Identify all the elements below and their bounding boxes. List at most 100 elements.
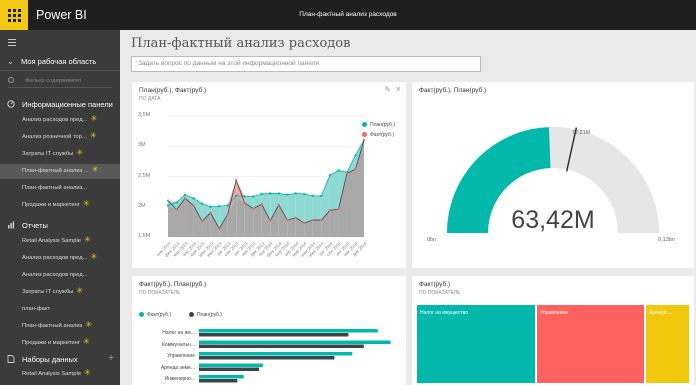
data-point[interactable] — [260, 192, 263, 196]
data-point[interactable] — [260, 203, 263, 206]
add-dataset-icon[interactable]: + — [108, 353, 114, 364]
data-point[interactable] — [303, 221, 306, 225]
tile-bar-by-indicator[interactable]: Факт(руб.), План(руб.) ПО ПОКАЗАТЕЛЬ Нал… — [132, 276, 406, 385]
data-point[interactable] — [200, 202, 204, 205]
treemap-cell[interactable]: Аренда ... — [646, 305, 689, 383]
data-point[interactable] — [320, 218, 323, 222]
section-dashboards[interactable]: Информационные панели — [0, 97, 120, 111]
data-point[interactable] — [166, 199, 170, 202]
data-point[interactable] — [294, 192, 298, 195]
sidebar-item[interactable]: План-фактный анализ ... ✳ — [0, 164, 120, 179]
sidebar-item[interactable]: Продажи и маркетинг ✳ — [0, 336, 120, 351]
data-point[interactable] — [166, 204, 170, 207]
sidebar-item[interactable]: Анализ розничной тор... ✳ — [0, 130, 120, 145]
data-point[interactable] — [243, 195, 246, 198]
tile-plan-fact-by-date[interactable]: План(руб.), Факт(руб.) ПО ДАТА ✎ × 1,5M 2… — [132, 82, 406, 268]
data-point[interactable] — [311, 218, 315, 222]
star-icon[interactable]: ✳ — [90, 252, 97, 261]
data-point[interactable] — [328, 174, 332, 177]
treemap-cell[interactable]: Управление — [537, 305, 644, 383]
bar[interactable] — [199, 379, 238, 383]
bar[interactable] — [199, 340, 391, 345]
data-point[interactable] — [320, 194, 323, 198]
data-point[interactable] — [277, 203, 280, 207]
star-icon[interactable]: ✳ — [85, 320, 92, 329]
data-point[interactable] — [286, 193, 289, 196]
data-point[interactable] — [226, 213, 229, 216]
data-point[interactable] — [354, 154, 357, 157]
bar[interactable] — [199, 333, 349, 337]
bar[interactable] — [199, 356, 335, 360]
data-point[interactable] — [252, 207, 255, 210]
hamburger-icon[interactable] — [8, 39, 16, 48]
data-point[interactable] — [175, 208, 178, 211]
data-point[interactable] — [217, 204, 221, 208]
legend-item[interactable]: План(руб.) — [189, 312, 222, 318]
legend-item[interactable]: Факт(руб.) — [139, 312, 171, 318]
data-point[interactable] — [226, 204, 229, 207]
sidebar-item[interactable]: Анализ расходов пред... ✳ — [0, 251, 120, 266]
workspace-header[interactable]: ⌄ Моя рабочая область — [0, 54, 120, 71]
sidebar-item[interactable]: Затраты IT службы ✳ — [0, 285, 120, 300]
bar[interactable] — [199, 363, 263, 368]
data-point[interactable] — [337, 169, 340, 172]
sidebar-item[interactable]: Retail Analysis Sample ✳ — [0, 234, 120, 249]
data-point[interactable] — [200, 220, 204, 223]
data-point[interactable] — [183, 193, 187, 196]
bar[interactable] — [199, 329, 378, 333]
star-icon[interactable]: ✳ — [76, 148, 83, 157]
sidebar-item[interactable]: Retail Analysis Sample ✳ — [0, 367, 120, 382]
treemap-cell[interactable]: Налог на имущество — [417, 305, 535, 383]
section-datasets[interactable]: Наборы данных + — [0, 352, 120, 366]
bar[interactable] — [199, 375, 244, 379]
legend-item[interactable]: Факт(руб.) — [362, 132, 394, 138]
tile-gauge[interactable]: Факт(руб.), План(руб.) 63,42M 0bn 0,13bn… — [412, 82, 694, 268]
data-point[interactable] — [192, 204, 195, 207]
data-point[interactable] — [328, 209, 332, 212]
data-point[interactable] — [183, 197, 187, 200]
sidebar-item[interactable]: План-фактный анализ... — [0, 181, 120, 196]
data-point[interactable] — [354, 168, 357, 171]
data-point[interactable] — [175, 201, 178, 204]
star-icon[interactable]: ✳ — [90, 131, 97, 140]
sidebar-item[interactable]: Продажи и маркетинг ✳ — [0, 198, 120, 213]
data-point[interactable] — [362, 139, 366, 142]
bar[interactable] — [199, 352, 353, 356]
data-point[interactable] — [209, 205, 212, 208]
data-point[interactable] — [286, 218, 289, 222]
data-point[interactable] — [192, 197, 195, 200]
data-point[interactable] — [311, 194, 315, 198]
legend-item[interactable]: План(руб.) — [362, 122, 395, 128]
data-point[interactable] — [294, 216, 298, 219]
star-icon[interactable]: ✳ — [90, 114, 97, 123]
data-point[interactable] — [337, 207, 340, 211]
tile-treemap[interactable]: Факт(руб.) ПО ПОКАЗАТЕЛЬ Налог на имущес… — [412, 276, 694, 385]
qa-input[interactable]: Задать вопрос по данным на этой информац… — [131, 56, 481, 72]
star-icon[interactable]: ✳ — [83, 337, 90, 346]
bar[interactable] — [199, 367, 260, 372]
sidebar-item[interactable]: План-фактный анализ ✳ — [0, 319, 120, 334]
data-point[interactable] — [217, 227, 221, 230]
bar[interactable] — [199, 344, 364, 349]
data-point[interactable] — [252, 195, 255, 198]
data-point[interactable] — [269, 192, 272, 195]
filter-input[interactable]: Фильтр содержимого — [8, 76, 112, 88]
data-point[interactable] — [303, 192, 306, 196]
star-icon[interactable]: ✳ — [76, 286, 83, 295]
data-point[interactable] — [269, 219, 272, 222]
sidebar-item[interactable]: Анализ расходов пред... ✳ — [0, 113, 120, 128]
data-point[interactable] — [243, 201, 246, 205]
data-point[interactable] — [234, 194, 238, 198]
star-icon[interactable]: ✳ — [83, 199, 90, 208]
star-icon[interactable]: ✳ — [92, 165, 99, 174]
sidebar-item[interactable]: Анализ расходов пред... — [0, 268, 120, 283]
sidebar-item[interactable]: план-факт — [0, 302, 120, 317]
section-reports[interactable]: Отчеты — [0, 218, 120, 232]
data-point[interactable] — [234, 178, 238, 182]
data-point[interactable] — [277, 192, 280, 195]
star-icon[interactable]: ✳ — [84, 235, 91, 244]
data-point[interactable] — [209, 211, 212, 214]
data-point[interactable] — [345, 172, 349, 175]
sidebar-item[interactable]: Затраты IT службы ✳ — [0, 147, 120, 162]
star-icon[interactable]: ✳ — [84, 368, 91, 377]
